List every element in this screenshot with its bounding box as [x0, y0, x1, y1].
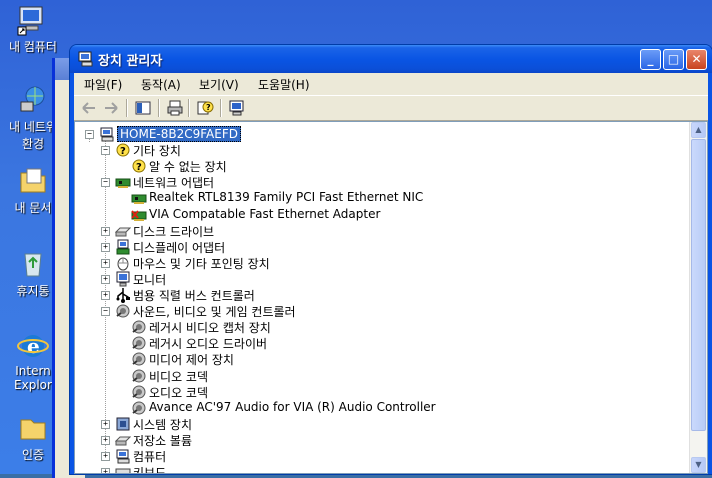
scroll-down-button[interactable]: ▼: [691, 457, 706, 473]
collapse-button[interactable]: −: [101, 146, 110, 156]
back-icon[interactable]: [80, 99, 98, 117]
toolbar-separator: [158, 99, 160, 117]
tree-item-label: 사운드, 비디오 및 게임 컨트롤러: [133, 305, 296, 320]
collapse-button[interactable]: −: [101, 178, 110, 188]
expand-button[interactable]: +: [101, 291, 110, 300]
toolbar-separator: [188, 99, 190, 117]
tree-item-label: 레거시 오디오 드라이버: [149, 337, 268, 352]
vertical-scrollbar[interactable]: ▲ ▼: [689, 122, 707, 473]
unknown-device-icon: ?: [115, 142, 131, 158]
tree-item-label: 네트워크 어댑터: [133, 176, 215, 191]
collapse-button[interactable]: −: [85, 130, 94, 139]
network-adapter-icon: [115, 174, 131, 190]
storage-volume-icon: [114, 432, 132, 448]
my-computer-icon: [17, 4, 49, 36]
computer-icon: [115, 448, 131, 464]
monitor-icon: [115, 271, 131, 287]
folder-icon: [17, 412, 49, 444]
tree-item-label: Avance AC'97 Audio for VIA (R) Audio Con…: [149, 399, 436, 414]
tree-item-label: 디스플레이 어댑터: [133, 240, 226, 255]
svg-text:e: e: [27, 334, 40, 358]
title-bar[interactable]: 장치 관리자 _ □ ✕: [70, 45, 712, 73]
tree-item-label: 키보드: [133, 466, 167, 474]
unknown-device-icon: ?: [131, 158, 147, 174]
desktop-icon-my-computer[interactable]: 내 컴퓨터: [0, 4, 66, 55]
tree-item-label: Realtek RTL8139 Family PCI Fast Ethernet…: [149, 190, 424, 205]
tree-item-label: 비디오 코덱: [149, 369, 209, 384]
system-device-icon: [115, 416, 131, 432]
close-button[interactable]: ✕: [686, 49, 707, 70]
tree-item-label: HOME-8B2C9FAEFD: [117, 126, 241, 142]
internet-explorer-icon: e: [17, 330, 49, 362]
network-adapter-icon: [131, 190, 147, 206]
properties-help-icon[interactable]: ?: [196, 99, 214, 117]
close-icon: ✕: [691, 52, 702, 66]
sound-icon: [131, 319, 147, 335]
tree-item-label: 마우스 및 기타 포인팅 장치: [133, 256, 270, 271]
sound-icon: [115, 303, 131, 319]
tree-item-label: VIA Compatable Fast Ethernet Adapter: [149, 206, 381, 221]
tree-item-label: 알 수 없는 장치: [149, 160, 227, 175]
expand-button[interactable]: +: [101, 242, 110, 252]
recycle-bin-icon: [17, 248, 49, 280]
expand-button[interactable]: +: [101, 468, 110, 473]
sound-icon: [131, 384, 147, 400]
usb-icon: [115, 287, 131, 303]
scroll-up-button[interactable]: ▲: [691, 122, 706, 138]
expand-button[interactable]: +: [101, 419, 110, 429]
scan-hardware-icon[interactable]: [228, 99, 246, 117]
svg-text:?: ?: [120, 146, 126, 157]
tree-item-label: 모니터: [133, 272, 167, 287]
tree-item-label: 범용 직렬 버스 컨트롤러: [133, 289, 255, 303]
menu-action[interactable]: 동작(A): [141, 76, 181, 93]
tree-item-label: 디스크 드라이브: [133, 224, 215, 239]
mouse-icon: [115, 255, 131, 271]
tree-item-label: 저장소 볼륨: [133, 433, 193, 448]
display-adapter-icon: [115, 239, 131, 255]
computer-icon: [99, 126, 115, 142]
menu-bar: 파일(F) 동작(A) 보기(V) 도움말(H): [74, 73, 708, 96]
sound-icon: [131, 368, 147, 384]
toolbar-separator: [126, 99, 128, 117]
toolbar-separator: [220, 99, 222, 117]
tree-item-label: 레거시 비디오 캡처 장치: [149, 321, 271, 336]
minimize-button[interactable]: _: [640, 49, 661, 70]
window-title: 장치 관리자: [98, 54, 163, 69]
network-adapter-disabled-icon: [131, 207, 147, 223]
forward-icon[interactable]: [102, 99, 120, 117]
expand-button[interactable]: +: [101, 435, 110, 445]
scroll-thumb[interactable]: [691, 139, 706, 431]
sound-icon: [131, 351, 147, 367]
minimize-icon: _: [647, 52, 654, 66]
maximize-icon: □: [667, 52, 680, 66]
sound-icon: [131, 335, 147, 351]
expand-button[interactable]: +: [101, 452, 110, 461]
menu-file[interactable]: 파일(F): [84, 76, 122, 93]
collapse-button[interactable]: −: [101, 307, 110, 317]
print-icon[interactable]: [166, 99, 184, 117]
disk-drive-icon: [114, 223, 132, 239]
device-manager-icon: [78, 51, 94, 67]
device-tree: − HOME-8B2C9FAEFD −? 기타 장치? 알 수 없는 장치 − 네트워크 어…: [74, 121, 708, 474]
svg-text:?: ?: [206, 103, 211, 112]
toolbar: ?: [74, 96, 708, 121]
device-manager-window: 장치 관리자 _ □ ✕ 파일(F) 동작(A) 보기(V) 도움말(H) ?: [70, 45, 712, 474]
tree-item-label: 미디어 제어 장치: [149, 353, 234, 368]
tree-item-label: 컴퓨터: [133, 450, 167, 464]
tree-item-label: 기타 장치: [133, 144, 181, 159]
show-hide-console-tree-icon[interactable]: [134, 99, 152, 117]
maximize-button[interactable]: □: [663, 49, 684, 70]
expand-button[interactable]: +: [101, 226, 110, 236]
keyboard-icon: [115, 464, 131, 473]
tree-item-label: 오디오 코덱: [149, 385, 209, 400]
expand-button[interactable]: +: [101, 274, 110, 284]
svg-text:?: ?: [136, 162, 142, 173]
expand-button[interactable]: +: [101, 258, 110, 268]
tree-item-label: 시스템 장치: [133, 417, 193, 432]
network-places-icon: [17, 84, 49, 116]
my-documents-icon: [17, 165, 49, 197]
menu-view[interactable]: 보기(V): [199, 76, 239, 93]
sound-icon: [131, 400, 147, 416]
menu-help[interactable]: 도움말(H): [258, 76, 310, 93]
